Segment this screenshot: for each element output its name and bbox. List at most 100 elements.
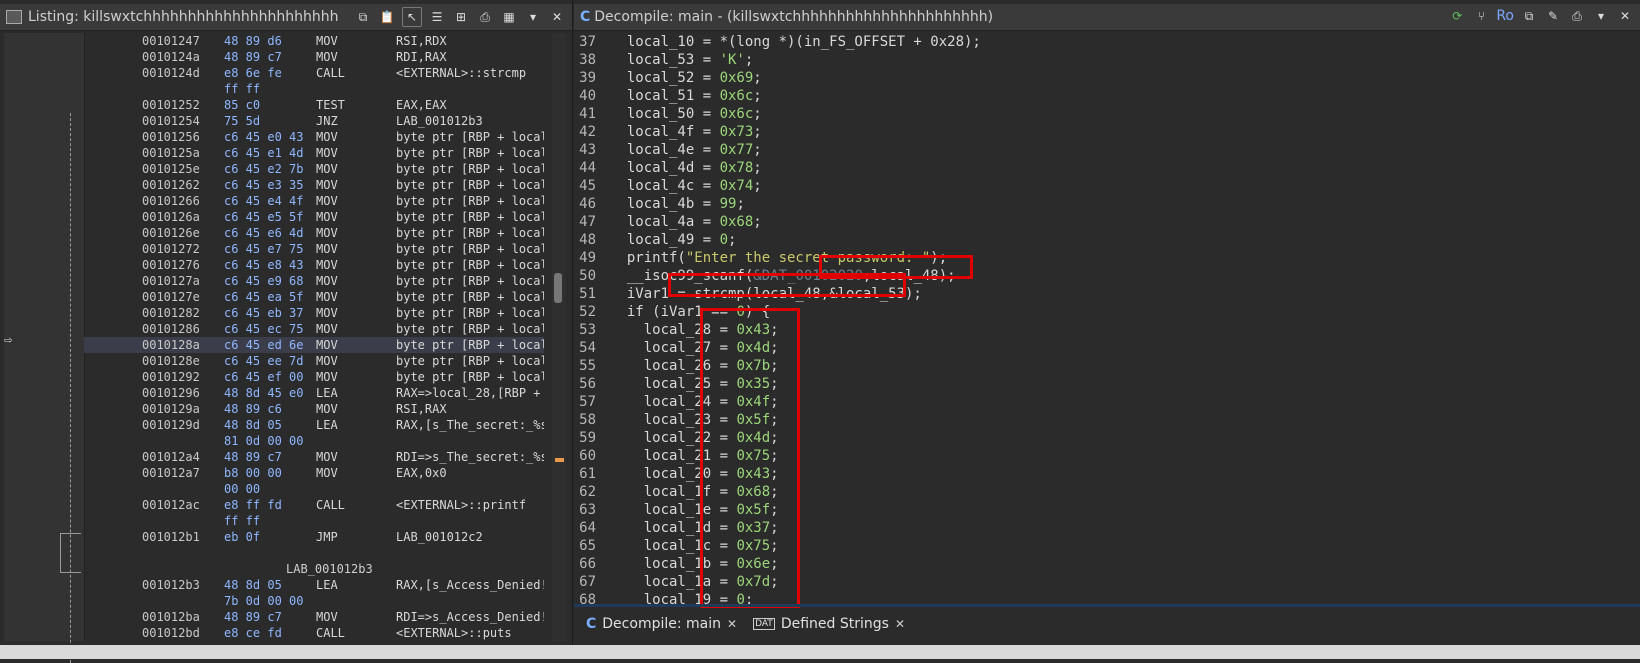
scroll-marker (555, 458, 564, 462)
listing-row[interactable]: 00101254 75 5d JNZ LAB_001012b3 (84, 113, 544, 129)
refresh-icon[interactable]: ⟳ (1448, 7, 1466, 25)
graph-icon[interactable]: ⑂ (1472, 7, 1490, 25)
line-number: 47 (579, 214, 596, 230)
graph-icon[interactable]: ⊞ (452, 8, 470, 26)
listing-row[interactable]: 00101282 c6 45 eb 37 MOV byte ptr [RBP + lo… (84, 305, 544, 321)
listing-row[interactable]: 0010129d 48 8d 05 LEA RAX,[s_The_secret:_%s… (84, 417, 544, 433)
listing-row[interactable]: ff ff (84, 513, 544, 529)
listing-row[interactable]: 81 0d 00 00 (84, 433, 544, 449)
code-line[interactable]: 48 local_49 = 0; (574, 231, 1640, 249)
listing-row[interactable]: 0010126a c6 45 e5 5f MOV byte ptr [RBP + lo… (84, 209, 544, 225)
listing-row[interactable]: 001012ba 48 89 c7 MOV RDI=>s_Access_Denied!… (84, 609, 544, 625)
listing-row[interactable]: 001012b3 48 8d 05 LEA RAX,[s_Access_Denied!… (84, 577, 544, 593)
listing-row[interactable]: 00101247 48 89 d6 MOV RSI,RDX (84, 33, 544, 49)
listing-mnemonic: CALL (316, 498, 345, 512)
listing-row[interactable]: 0010127e c6 45 ea 5f MOV byte ptr [RBP + lo… (84, 289, 544, 305)
code-line[interactable]: 37 local_10 = *(long *)(in_FS_OFFSET + 0… (574, 33, 1640, 51)
listing-row[interactable]: 0010124a 48 89 c7 MOV RDI,RAX (84, 49, 544, 65)
code-line[interactable]: 41 local_50 = 0x6c; (574, 105, 1640, 123)
listing-vertical-scrollbar[interactable] (552, 33, 566, 641)
highlight-box-strcmp (668, 273, 906, 297)
listing-row[interactable]: 0010127a c6 45 e9 68 MOV byte ptr [RBP + lo… (84, 273, 544, 289)
snapshot-icon[interactable]: ⎙ (476, 8, 494, 26)
code-text: local_4a = 0x68; (610, 214, 762, 230)
code-line[interactable]: 42 local_4f = 0x73; (574, 123, 1640, 141)
close-tab-icon[interactable]: ✕ (727, 617, 737, 631)
listing-row[interactable]: 00101262 c6 45 e3 35 MOV byte ptr [RBP + lo… (84, 177, 544, 193)
listing-row[interactable]: 00101292 c6 45 ef 00 MOV byte ptr [RBP + lo… (84, 369, 544, 385)
listing-mnemonic: LEA (316, 418, 338, 432)
close-icon[interactable]: ✕ (1616, 7, 1634, 25)
listing-row[interactable]: 00101296 48 8d 45 e0 LEA RAX=>local_28,[RBP… (84, 385, 544, 401)
edit-icon[interactable]: ✎ (1544, 7, 1562, 25)
code-line[interactable]: 49 printf("Enter the secret password: ")… (574, 249, 1640, 267)
scroll-thumb[interactable] (554, 273, 562, 303)
menu-dropdown-icon[interactable]: ▾ (1592, 7, 1610, 25)
listing-row[interactable]: 0010126e c6 45 e6 4d MOV byte ptr [RBP + lo… (84, 225, 544, 241)
listing-row[interactable]: 001012a7 b8 00 00 MOV EAX,0x0 (84, 465, 544, 481)
listing-bytes: c6 45 e0 43 (224, 130, 304, 144)
listing-row[interactable]: 001012b1 eb 0f JMP LAB_001012c2 (84, 529, 544, 545)
line-number: 61 (579, 466, 596, 482)
code-line[interactable]: 40 local_51 = 0x6c; (574, 87, 1640, 105)
listing-operand: byte ptr [RBP + local_ (396, 290, 544, 304)
listing-margin (4, 33, 85, 663)
options-icon[interactable]: ▦ (500, 8, 518, 26)
code-line[interactable]: 46 local_4b = 99; (574, 195, 1640, 213)
listing-bytes: e8 ce fd (224, 626, 282, 640)
tab-defined-strings[interactable]: DAT Defined Strings ✕ (753, 616, 905, 632)
listing-row[interactable]: 00101252 85 c0 TEST EAX,EAX (84, 97, 544, 113)
paste-icon[interactable]: 📋 (378, 8, 396, 26)
listing-row[interactable]: ff ff (84, 81, 544, 97)
code-line[interactable]: 47 local_4a = 0x68; (574, 213, 1640, 231)
listing-row[interactable]: 0010125e c6 45 e2 7b MOV byte ptr [RBP + lo… (84, 161, 544, 177)
cursor-icon[interactable]: ↖ (402, 7, 422, 27)
tab-decompile-main[interactable]: C Decompile: main ✕ (586, 616, 737, 632)
listing-row[interactable]: 001012a4 48 89 c7 MOV RDI=>s_The_secret:_%s… (84, 449, 544, 465)
copy-icon[interactable]: ⧉ (1520, 7, 1538, 25)
listing-label-row[interactable]: LAB_001012b3 (84, 561, 544, 577)
listing-operand: byte ptr [RBP + local_ (396, 210, 544, 224)
listing-row[interactable]: 00101256 c6 45 e0 43 MOV byte ptr [RBP + lo… (84, 129, 544, 145)
listing-rows[interactable]: 00101247 48 89 d6 MOV RSI,RDX 0010124a 48 89 … (84, 33, 544, 641)
readonly-label[interactable]: Ro (1496, 8, 1514, 24)
listing-bytes: c6 45 e8 43 (224, 258, 304, 272)
listing-row[interactable]: 00101272 c6 45 e7 75 MOV byte ptr [RBP + lo… (84, 241, 544, 257)
listing-address: 00101247 (142, 34, 200, 48)
decompile-icon: C (580, 9, 591, 25)
listing-operand: byte ptr [RBP + local_ (396, 162, 544, 176)
listing-row[interactable]: 001012ac e8 ff fd CALL <EXTERNAL>::printf (84, 497, 544, 513)
listing-row[interactable]: 00101276 c6 45 e8 43 MOV byte ptr [RBP + lo… (84, 257, 544, 273)
copy-icon[interactable]: ⧉ (354, 8, 372, 26)
listing-mnemonic: MOV (316, 258, 338, 272)
listing-row[interactable]: 00 00 (84, 481, 544, 497)
close-tab-icon[interactable]: ✕ (895, 617, 905, 631)
listing-row[interactable] (84, 545, 544, 561)
menu-dropdown-icon[interactable]: ▾ (524, 8, 542, 26)
code-line[interactable]: 38 local_53 = 'K'; (574, 51, 1640, 69)
code-label[interactable]: LAB_001012b3 (286, 561, 373, 577)
listing-bytes: 48 8d 05 (224, 578, 282, 592)
decompile-title: Decompile: main - (killswxtchhhhhhhhhhhh… (594, 9, 994, 25)
listing-row[interactable]: 0010125a c6 45 e1 4d MOV byte ptr [RBP + lo… (84, 145, 544, 161)
code-line[interactable]: 44 local_4d = 0x78; (574, 159, 1640, 177)
listing-row[interactable]: 00101266 c6 45 e4 4f MOV byte ptr [RBP + lo… (84, 193, 544, 209)
listing-row[interactable]: 001012bd e8 ce fd CALL <EXTERNAL>::puts (84, 625, 544, 641)
listing-row[interactable]: 0010128a c6 45 ed 6e MOV byte ptr [RBP + lo… (84, 337, 544, 353)
code-line[interactable]: 45 local_4c = 0x74; (574, 177, 1640, 195)
listing-row[interactable]: 00101286 c6 45 ec 75 MOV byte ptr [RBP + lo… (84, 321, 544, 337)
code-line[interactable]: 39 local_52 = 0x69; (574, 69, 1640, 87)
listing-row[interactable]: 7b 0d 00 00 (84, 593, 544, 609)
listing-row[interactable]: 0010129a 48 89 c6 MOV RSI,RAX (84, 401, 544, 417)
listing-address: 0010125e (142, 162, 200, 176)
code-text: local_4c = 0x74; (610, 178, 762, 194)
toggle-fields-icon[interactable]: ☰ (428, 8, 446, 26)
listing-row[interactable]: 0010128e c6 45 ee 7d MOV byte ptr [RBP + lo… (84, 353, 544, 369)
listing-row[interactable]: 0010124d e8 6e fe CALL <EXTERNAL>::strcmp (84, 65, 544, 81)
code-text: local_4f = 0x73; (610, 124, 762, 140)
listing-mnemonic: MOV (316, 50, 338, 64)
listing-bytes: e8 ff fd (224, 498, 282, 512)
code-line[interactable]: 43 local_4e = 0x77; (574, 141, 1640, 159)
close-icon[interactable]: ✕ (548, 8, 566, 26)
snapshot-icon[interactable]: ⎙ (1568, 7, 1586, 25)
